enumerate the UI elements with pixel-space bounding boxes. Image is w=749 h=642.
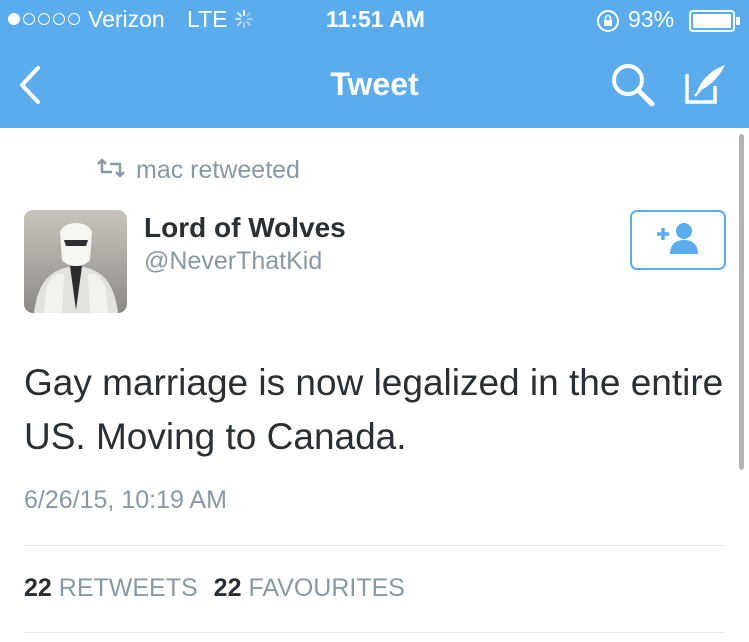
favourites-count: 22: [213, 574, 242, 602]
activity-indicator-icon: [234, 8, 254, 35]
carrier-label: Verizon: [88, 6, 165, 32]
tweet-stats: 22 RETWEETS 22 FAVOURITES: [24, 574, 405, 603]
retweeted-by-label[interactable]: mac retweeted: [136, 156, 300, 185]
compose-icon[interactable]: [683, 62, 727, 111]
favourites-stat[interactable]: 22 FAVOURITES: [214, 574, 405, 603]
retweets-count: 22: [24, 574, 52, 602]
scrollbar[interactable]: [739, 134, 744, 470]
signal-strength-icon: [8, 13, 80, 25]
tweet-timestamp: 6/26/15, 10:19 AM: [24, 486, 227, 514]
divider: [24, 545, 725, 546]
navigation-bar: Tweet: [0, 40, 749, 128]
search-icon[interactable]: [610, 62, 656, 113]
divider: [24, 632, 725, 633]
clock: 11:51 AM: [326, 6, 425, 32]
retweets-stat[interactable]: 22 RETWEETS: [24, 574, 198, 603]
battery-percent: 93%: [628, 6, 675, 32]
favourites-label: FAVOURITES: [248, 574, 405, 602]
retweets-label: RETWEETS: [58, 574, 198, 602]
follow-button[interactable]: [630, 210, 726, 270]
add-user-icon: [654, 220, 702, 261]
avatar[interactable]: [24, 210, 127, 313]
retweet-context: mac retweeted: [96, 156, 300, 185]
author-name[interactable]: Lord of Wolves: [144, 212, 346, 244]
battery-icon: [689, 10, 741, 38]
network-type: LTE: [187, 6, 228, 32]
author-handle[interactable]: @NeverThatKid: [144, 247, 322, 276]
tweet-text: Gay marriage is now legalized in the ent…: [24, 362, 724, 457]
rotation-lock-icon: [596, 9, 620, 39]
retweet-icon: [96, 156, 126, 185]
top-bar: Verizon LTE 11:51 AM 93% Tweet: [0, 0, 749, 128]
status-bar: Verizon LTE 11:51 AM 93%: [0, 0, 749, 40]
